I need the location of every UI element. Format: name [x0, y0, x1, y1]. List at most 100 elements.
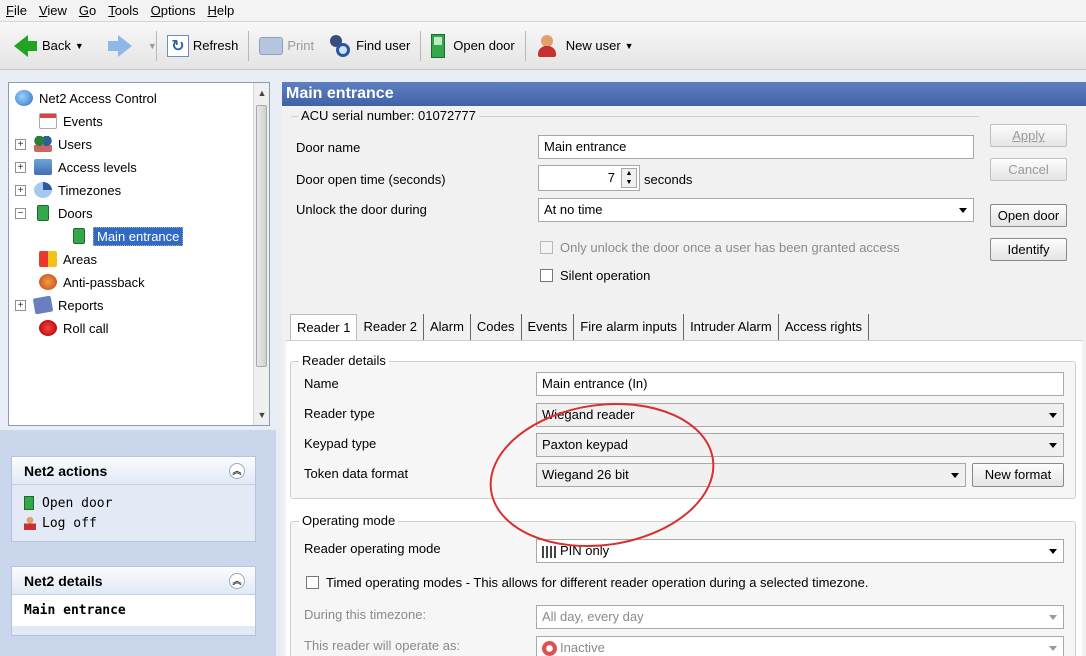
tree-item-events[interactable]: Events [39, 110, 103, 132]
collapse-chevron-icon[interactable]: ︽ [229, 573, 245, 589]
dropdown-arrow-icon [959, 208, 967, 213]
open-door-button[interactable]: Open door [990, 204, 1067, 227]
refresh-button[interactable]: ↻ Refresh [161, 28, 245, 64]
menu-bar: File View Go Tools Options Help [0, 0, 1086, 22]
user-icon [24, 516, 36, 530]
tab-codes[interactable]: Codes [471, 314, 522, 340]
net2-actions-header[interactable]: Net2 actions ︽ [12, 457, 255, 485]
forward-button[interactable]: ▼ [90, 28, 157, 64]
anti-passback-icon [39, 274, 57, 290]
keypad-icon [542, 545, 556, 558]
reader-type-label: Reader type [304, 406, 375, 421]
dropdown-arrow-icon [951, 473, 959, 478]
reader-type-value: Wiegand reader [542, 407, 635, 422]
net2-actions-panel: Net2 actions ︽ Open door Log off [11, 456, 256, 542]
tab-events[interactable]: Events [522, 314, 575, 340]
tree-scrollbar[interactable]: ▲ ▼ [253, 83, 269, 425]
menu-file[interactable]: File [6, 3, 27, 18]
new-format-button[interactable]: New format [972, 463, 1064, 487]
expand-icon[interactable]: + [15, 299, 26, 311]
spin-down-icon[interactable]: ▼ [622, 178, 636, 187]
net2-details-panel: Net2 details ︽ Main entrance [11, 566, 256, 636]
operate-as-select[interactable]: Inactive [536, 636, 1064, 656]
timed-modes-checkbox[interactable] [306, 576, 319, 589]
door-name-input[interactable]: Main entrance [538, 135, 974, 159]
tree-item-timezones[interactable]: + Timezones [15, 179, 121, 201]
open-door-label: Open door [453, 38, 515, 53]
dropdown-arrow-icon [1049, 443, 1057, 448]
refresh-label: Refresh [192, 38, 239, 53]
menu-options[interactable]: Options [151, 3, 196, 18]
tree-item-label: Net2 Access Control [39, 90, 157, 106]
identify-button[interactable]: Identify [990, 238, 1067, 261]
tree-item-label: Doors [58, 205, 93, 221]
reader-name-input[interactable]: Main entrance (In) [536, 372, 1064, 396]
silent-operation-checkbox[interactable] [540, 269, 553, 282]
expand-icon[interactable]: + [15, 161, 26, 173]
back-dropdown-icon[interactable]: ▼ [75, 41, 84, 51]
tab-strip: Reader 1 Reader 2 Alarm Codes Events Fir… [290, 314, 870, 340]
tree-item-reports[interactable]: + Reports [15, 294, 104, 316]
tab-alarm[interactable]: Alarm [424, 314, 471, 340]
expand-icon[interactable]: + [15, 138, 26, 150]
spin-buttons[interactable]: ▲ ▼ [621, 168, 637, 188]
scroll-thumb[interactable] [256, 105, 267, 367]
find-user-button[interactable]: Find user [320, 28, 416, 64]
tree-item-anti-passback[interactable]: Anti-passback [39, 271, 145, 293]
dropdown-arrow-icon [1049, 646, 1057, 651]
toolbar-open-door-button[interactable]: Open door [425, 28, 520, 64]
tab-intruder-alarm[interactable]: Intruder Alarm [684, 314, 779, 340]
unlock-select[interactable]: At no time [538, 198, 974, 222]
tab-fire-alarm-inputs[interactable]: Fire alarm inputs [574, 314, 685, 340]
open-time-stepper[interactable]: 7 ▲ ▼ [538, 165, 640, 191]
tree-item-access-levels[interactable]: + Access levels [15, 156, 137, 178]
forward-arrow-icon [107, 34, 132, 57]
collapse-icon[interactable]: − [15, 207, 26, 219]
action-open-door[interactable]: Open door [12, 493, 255, 513]
tree-item-users[interactable]: + Users [15, 133, 92, 155]
tree-item-doors[interactable]: − Doors [15, 202, 93, 224]
tree-item-roll-call[interactable]: Roll call [39, 317, 109, 339]
keypad-type-select[interactable]: Paxton keypad [536, 433, 1064, 457]
back-button[interactable]: Back ▼ [8, 28, 90, 64]
print-button[interactable]: Print [253, 28, 320, 64]
cancel-button[interactable]: Cancel [990, 158, 1067, 181]
expand-icon[interactable]: + [15, 184, 26, 196]
timezone-select[interactable]: All day, every day [536, 605, 1064, 629]
menu-help[interactable]: Help [207, 3, 234, 18]
find-user-icon [326, 33, 352, 59]
only-unlock-checkbox[interactable] [540, 241, 553, 254]
roll-call-icon [39, 320, 57, 336]
tab-reader-2[interactable]: Reader 2 [357, 314, 424, 340]
reader-mode-select[interactable]: PIN only [536, 539, 1064, 563]
operate-as-value: Inactive [560, 640, 605, 655]
net2-details-header[interactable]: Net2 details ︽ [12, 567, 255, 595]
new-user-dropdown-icon[interactable]: ▼ [625, 41, 634, 51]
back-label: Back [42, 38, 71, 53]
action-log-off[interactable]: Log off [12, 513, 255, 533]
toolbar: Back ▼ ▼ ↻ Refresh Print Find user Open … [0, 22, 1086, 70]
spin-up-icon[interactable]: ▲ [622, 169, 636, 178]
tree-item-root[interactable]: Net2 Access Control [15, 87, 157, 109]
tree-item-label: Roll call [63, 320, 109, 336]
scroll-up-icon[interactable]: ▲ [254, 85, 270, 101]
tree-item-main-entrance[interactable]: Main entrance [71, 225, 184, 247]
collapse-chevron-icon[interactable]: ︽ [229, 463, 245, 479]
silent-operation-label: Silent operation [560, 268, 651, 283]
menu-tools[interactable]: Tools [108, 3, 138, 18]
new-user-button[interactable]: New user ▼ [530, 28, 640, 64]
menu-go[interactable]: Go [79, 3, 96, 18]
token-format-select[interactable]: Wiegand 26 bit [536, 463, 966, 487]
menu-view[interactable]: View [39, 3, 67, 18]
tab-reader-1[interactable]: Reader 1 [290, 314, 358, 340]
reader-type-select[interactable]: Wiegand reader [536, 403, 1064, 427]
tree-item-areas[interactable]: Areas [39, 248, 97, 270]
scroll-down-icon[interactable]: ▼ [254, 407, 270, 423]
timezone-label: During this timezone: [304, 607, 427, 622]
door-properties: ACU serial number: 01072777 Door name Ma… [282, 106, 1086, 656]
dropdown-arrow-icon [1049, 615, 1057, 620]
apply-button[interactable]: Apply [990, 124, 1067, 147]
printer-icon [259, 36, 284, 55]
refresh-icon: ↻ [166, 34, 189, 57]
tab-access-rights[interactable]: Access rights [779, 314, 870, 340]
